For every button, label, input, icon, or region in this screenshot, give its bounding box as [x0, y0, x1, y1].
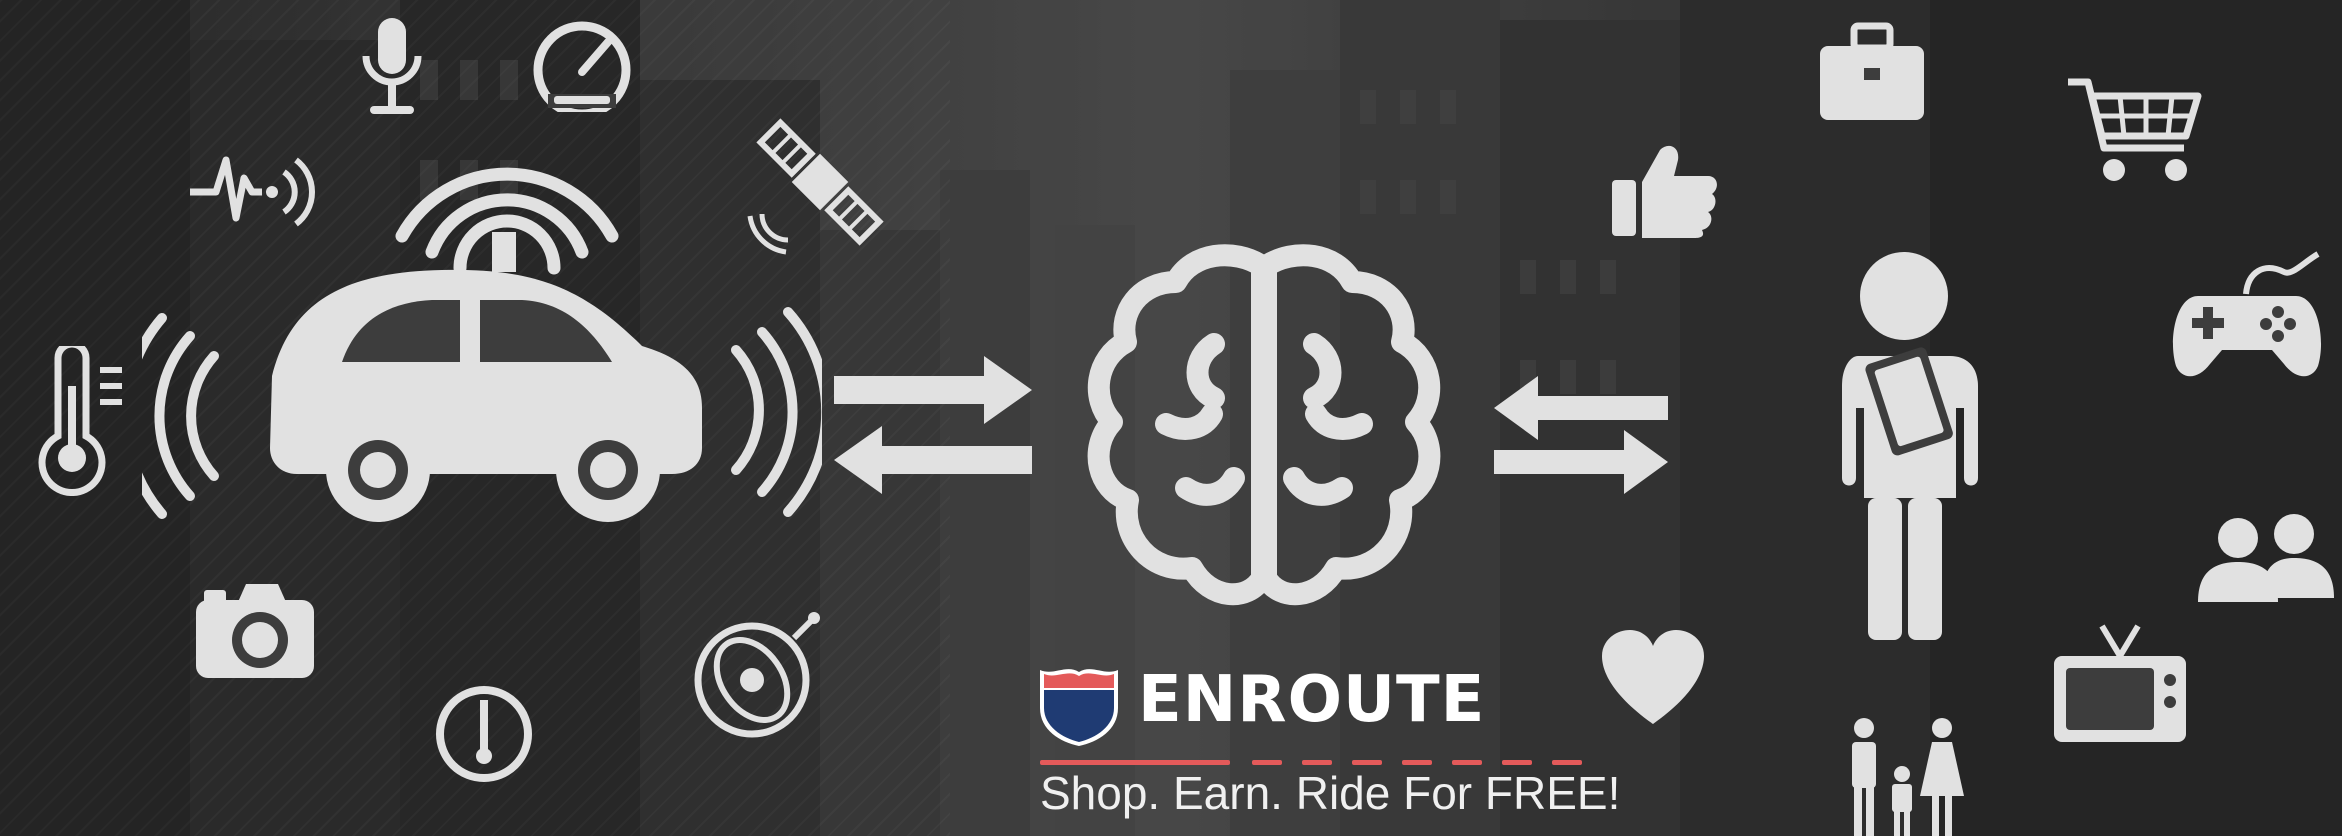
divider-dash [1502, 760, 1532, 765]
hero-banner: ENROUTE Shop. Earn. Ride For FREE! [0, 0, 2342, 836]
divider-dash [1552, 760, 1582, 765]
briefcase-icon [1820, 22, 1924, 120]
divider-dash [1302, 760, 1332, 765]
enroute-shield-logo [1040, 669, 1118, 746]
exchange-arrows-left-icon [834, 356, 1032, 494]
group-icon [2198, 514, 2334, 602]
brand-name: ENROUTE [1138, 663, 1486, 737]
self-driving-car-icon [142, 167, 822, 522]
brand-tagline: Shop. Earn. Ride For FREE! [1040, 767, 1621, 819]
thumbs-up-icon [1612, 145, 1717, 238]
heart-icon [1602, 630, 1704, 724]
exchange-arrows-right-icon [1494, 376, 1668, 494]
family-icon [1852, 718, 1964, 836]
thermometer-icon [38, 346, 122, 496]
divider-dash [1352, 760, 1382, 765]
brain-icon [1087, 244, 1441, 606]
camera-icon [196, 584, 314, 678]
television-icon [2054, 624, 2186, 742]
divider-rule [1040, 760, 1230, 765]
person-with-tablet-icon [1842, 252, 1978, 640]
divider-dash [1452, 760, 1482, 765]
orbit-compass-icon [694, 612, 820, 738]
shopping-cart-icon [2068, 78, 2202, 181]
divider-dash [1402, 760, 1432, 765]
divider-dash [1252, 760, 1282, 765]
gamepad-icon [2172, 251, 2322, 377]
microphone-icon [362, 18, 422, 114]
gauge-icon [436, 686, 532, 782]
speedometer-icon [533, 21, 631, 112]
